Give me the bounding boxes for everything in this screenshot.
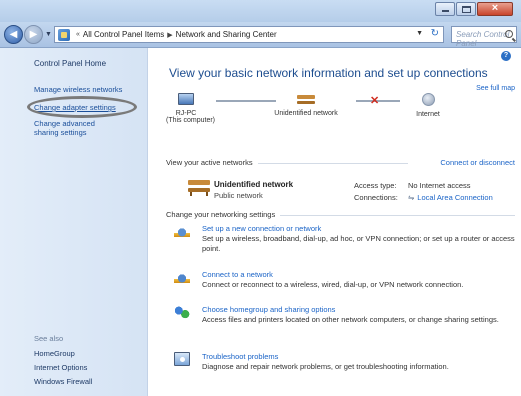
back-button[interactable]: ◀ bbox=[4, 25, 23, 44]
internet-label: Internet bbox=[416, 111, 440, 118]
access-type-label: Access type: bbox=[354, 181, 397, 190]
breadcrumb-network-sharing[interactable]: Network and Sharing Center bbox=[176, 30, 277, 39]
network-connect-icon bbox=[174, 270, 190, 284]
task-description: Diagnose and repair network problems, or… bbox=[202, 362, 449, 371]
address-toolbar: ◀ ▶ ▼ « All Control Panel Items ▶ Networ… bbox=[0, 22, 521, 48]
section-divider bbox=[280, 215, 515, 216]
disconnected-x-icon: ✕ bbox=[370, 95, 380, 107]
globe-icon bbox=[421, 93, 435, 106]
network-setup-icon bbox=[174, 224, 190, 238]
connections-label: Connections: bbox=[354, 193, 398, 202]
control-panel-icon bbox=[58, 28, 70, 41]
network-map: RJ-PC (This computer) Unidentified netwo… bbox=[166, 93, 496, 143]
help-icon[interactable]: ? bbox=[501, 51, 511, 61]
park-bench-network-icon bbox=[188, 178, 210, 196]
troubleshoot-link[interactable]: Troubleshoot problems bbox=[202, 352, 278, 361]
homegroup-icon bbox=[174, 305, 190, 319]
map-node-internet[interactable]: Internet bbox=[398, 93, 458, 118]
maximize-icon bbox=[462, 6, 471, 13]
network-bench-icon bbox=[297, 93, 315, 105]
see-also-homegroup[interactable]: HomeGroup bbox=[34, 349, 75, 358]
search-placeholder: Search Control Panel bbox=[456, 30, 510, 48]
see-full-map-link[interactable]: See full map bbox=[476, 85, 515, 92]
maximize-button[interactable] bbox=[456, 2, 476, 16]
task-item: Connect to a network Connect or reconnec… bbox=[174, 270, 519, 292]
arrow-left-icon: ◀ bbox=[9, 29, 18, 40]
task-item: Troubleshoot problems Diagnose and repai… bbox=[174, 352, 519, 376]
refresh-icon[interactable]: ↻ bbox=[431, 28, 439, 39]
troubleshoot-icon bbox=[174, 352, 190, 366]
search-input[interactable]: Search Control Panel bbox=[451, 26, 517, 48]
main-content: ? View your basic network information an… bbox=[148, 48, 521, 396]
connect-network-link[interactable]: Connect to a network bbox=[202, 270, 273, 279]
see-also-windows-firewall[interactable]: Windows Firewall bbox=[34, 377, 92, 386]
caption-buttons: × bbox=[434, 2, 513, 16]
local-area-connection-link[interactable]: Local Area Connection bbox=[417, 193, 492, 202]
task-description: Connect or reconnect to a wireless, wire… bbox=[202, 280, 464, 289]
task-description: Access files and printers located on oth… bbox=[202, 315, 499, 324]
sidebar-control-panel-home[interactable]: Control Panel Home bbox=[34, 59, 106, 68]
minimize-button[interactable] bbox=[435, 2, 455, 16]
breadcrumb-all-items[interactable]: All Control Panel Items bbox=[83, 30, 164, 39]
access-type-value: No Internet access bbox=[408, 181, 471, 190]
sidebar: Control Panel Home Manage wireless netwo… bbox=[0, 48, 148, 396]
address-bar[interactable]: « All Control Panel Items ▶ Network and … bbox=[54, 26, 444, 43]
task-item: Set up a new connection or network Set u… bbox=[174, 224, 519, 254]
active-networks-heading: View your active networks bbox=[166, 158, 253, 167]
search-icon[interactable] bbox=[505, 30, 513, 38]
address-dropdown-icon[interactable]: ▼ bbox=[416, 30, 423, 37]
ethernet-connection-icon: ⇋ bbox=[408, 193, 415, 202]
active-network-name[interactable]: Unidentified network bbox=[214, 180, 293, 189]
computer-sublabel: (This computer) bbox=[166, 117, 216, 124]
forward-button[interactable]: ▶ bbox=[24, 25, 43, 44]
sidebar-item-manage-wireless[interactable]: Manage wireless networks bbox=[34, 85, 142, 94]
network-sharing-center-window: × ◀ ▶ ▼ « All Control Panel Items ▶ Netw… bbox=[0, 0, 521, 396]
connect-disconnect-link[interactable]: Connect or disconnect bbox=[440, 158, 515, 167]
connections-value-wrap: ⇋ Local Area Connection bbox=[408, 193, 493, 202]
see-also-heading: See also bbox=[34, 334, 64, 343]
title-bar[interactable]: × bbox=[0, 0, 521, 22]
active-network-type[interactable]: Public network bbox=[214, 191, 263, 200]
computer-icon bbox=[178, 93, 194, 105]
map-node-computer[interactable]: RJ-PC (This computer) bbox=[166, 93, 216, 124]
settings-heading: Change your networking settings bbox=[166, 210, 276, 219]
task-description: Set up a wireless, broadband, dial-up, a… bbox=[202, 234, 515, 253]
highlight-circle bbox=[27, 96, 137, 118]
task-item: Choose homegroup and sharing options Acc… bbox=[174, 305, 519, 335]
network-label: Unidentified network bbox=[274, 110, 338, 117]
map-node-network[interactable]: Unidentified network bbox=[266, 93, 346, 117]
sidebar-item-advanced-sharing[interactable]: Change advanced sharing settings bbox=[34, 119, 114, 137]
arrow-right-icon: ▶ bbox=[29, 29, 38, 40]
recent-pages-dropdown[interactable]: ▼ bbox=[45, 31, 52, 38]
homegroup-sharing-link[interactable]: Choose homegroup and sharing options bbox=[202, 305, 335, 314]
computer-name: RJ-PC bbox=[175, 110, 197, 117]
close-icon: × bbox=[491, 2, 499, 14]
breadcrumb-overflow[interactable]: « bbox=[76, 31, 80, 38]
minimize-icon bbox=[442, 10, 449, 12]
setup-connection-link[interactable]: Set up a new connection or network bbox=[202, 224, 321, 233]
section-divider bbox=[258, 163, 408, 164]
breadcrumb-separator-icon[interactable]: ▶ bbox=[167, 31, 172, 39]
see-also-internet-options[interactable]: Internet Options bbox=[34, 363, 87, 372]
close-button[interactable]: × bbox=[477, 2, 513, 16]
page-title: View your basic network information and … bbox=[169, 66, 488, 80]
